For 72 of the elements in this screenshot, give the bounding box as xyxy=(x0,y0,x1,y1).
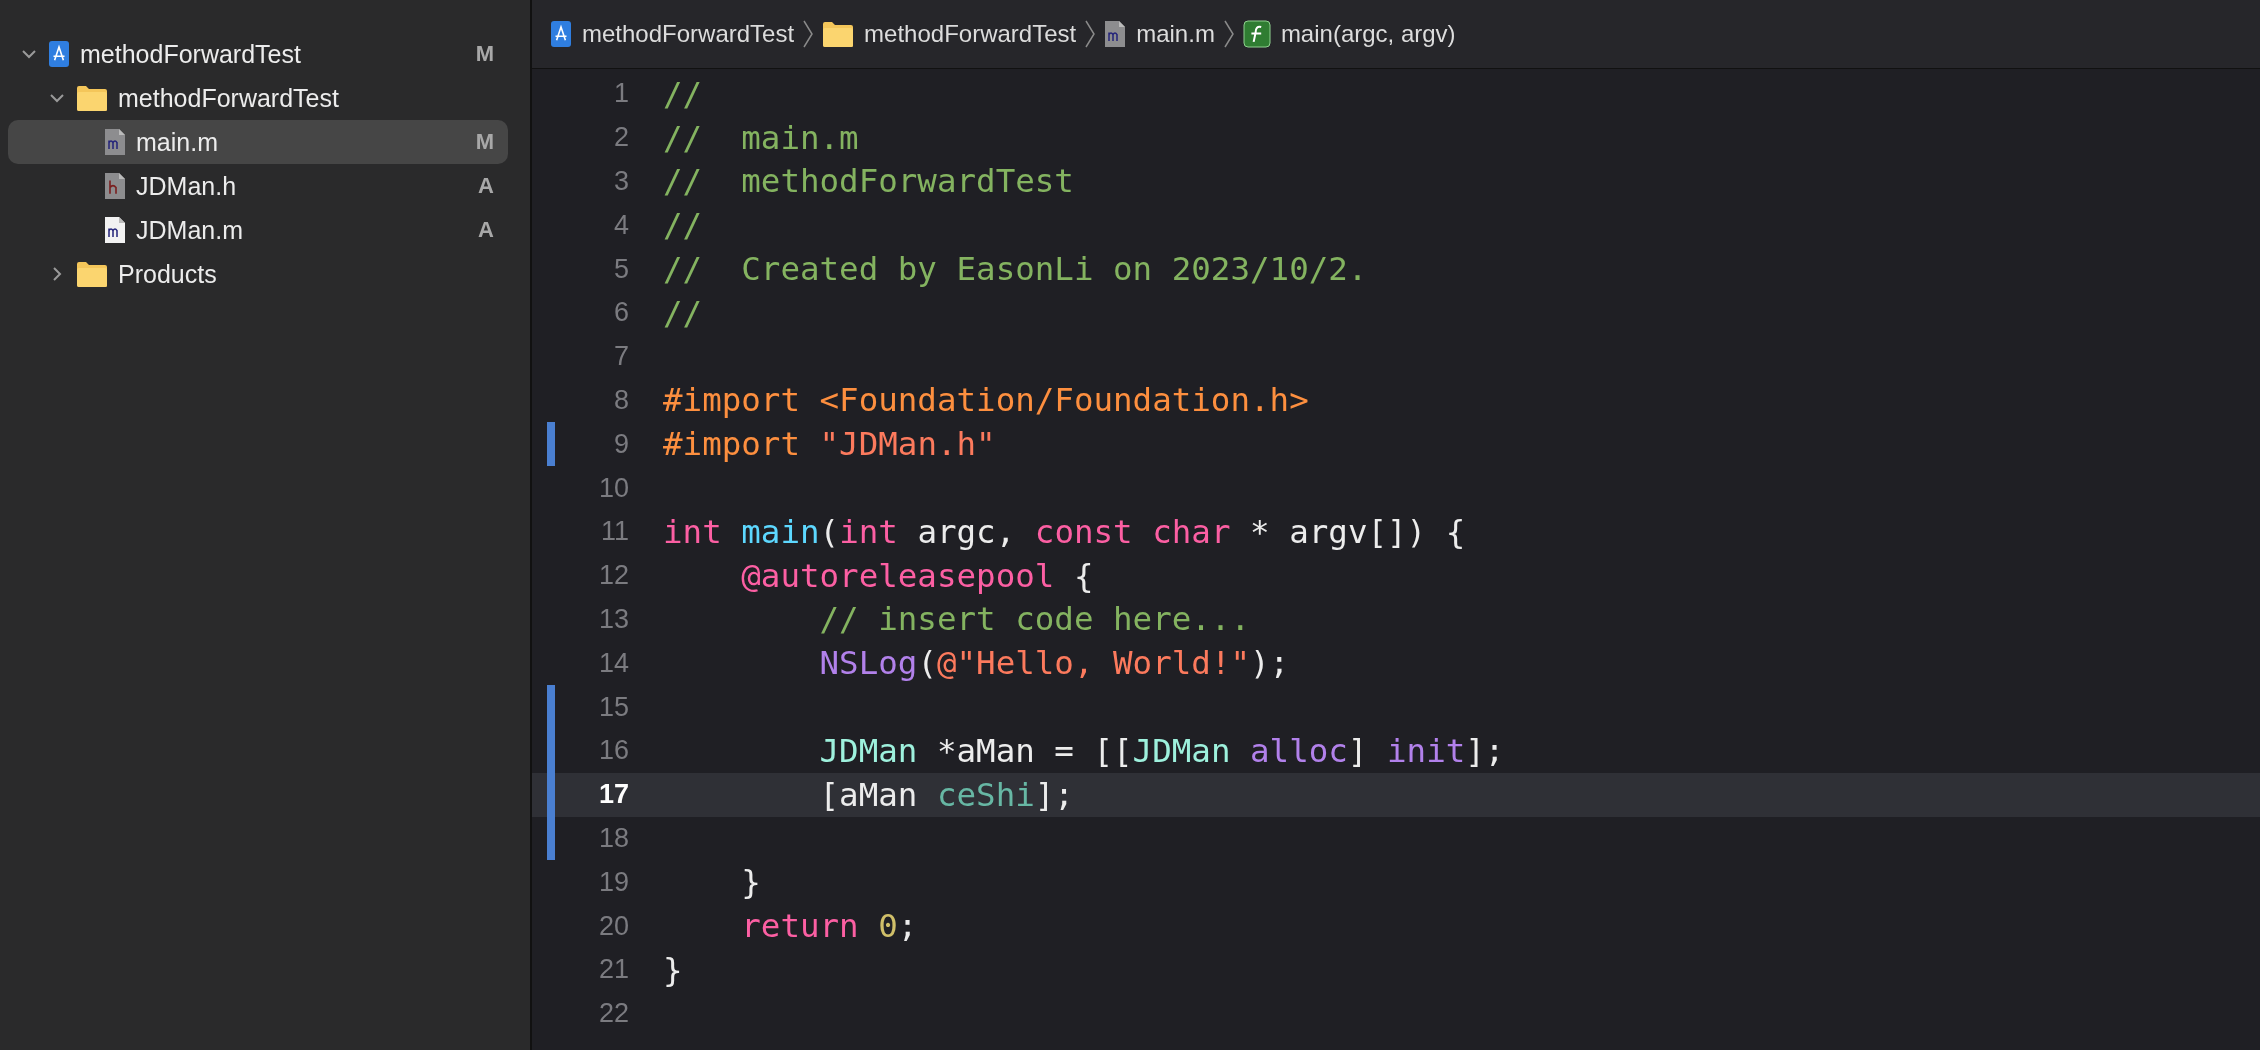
folder-icon xyxy=(76,84,108,112)
file-name: JDMan.m xyxy=(136,215,243,245)
navigator-item[interactable]: JDMan.h A xyxy=(8,164,508,208)
code-line: int main(int argc, const char * argv[]) { xyxy=(663,512,1466,551)
code-line: // Created by EasonLi on 2023/10/2. xyxy=(663,250,1368,289)
line-number: 16 xyxy=(597,735,629,767)
line-number: 5 xyxy=(612,253,629,285)
code-line: // xyxy=(663,206,703,245)
line-number: 8 xyxy=(612,384,629,416)
separator-icon xyxy=(802,19,815,49)
file-name: methodForwardTest xyxy=(118,83,339,113)
code-line: // xyxy=(663,74,703,113)
navigator-item[interactable]: Products xyxy=(8,252,508,296)
file-name: methodForwardTest xyxy=(80,39,301,69)
separator-icon xyxy=(1222,19,1235,49)
line-number: 15 xyxy=(597,691,629,723)
line-number: 11 xyxy=(599,516,629,548)
function-icon xyxy=(1242,20,1271,48)
file-icon xyxy=(1104,20,1127,48)
breadcrumb-item[interactable]: methodForwardTest xyxy=(550,20,795,48)
folder-icon xyxy=(822,20,855,48)
folder-icon xyxy=(76,260,108,288)
line-number: 10 xyxy=(597,472,629,504)
status-letter: A xyxy=(478,217,494,243)
line-number: 19 xyxy=(597,866,629,898)
code-line: } xyxy=(663,950,683,989)
navigator-item[interactable]: methodForwardTest M xyxy=(8,32,508,76)
code-line: NSLog(@"Hello, World!"); xyxy=(818,644,1290,683)
line-number: 2 xyxy=(612,122,629,154)
code-line: // insert code here... xyxy=(818,600,1250,639)
code-line: } xyxy=(740,863,761,902)
line-number: 7 xyxy=(612,341,629,373)
line-number: 17 xyxy=(597,779,629,811)
file-name: JDMan.h xyxy=(136,171,237,201)
code-line: [aMan ceShi]; xyxy=(818,775,1074,814)
line-number: 20 xyxy=(597,910,629,942)
line-number: 12 xyxy=(597,560,629,592)
breadcrumb-item[interactable]: main(argc, argv) xyxy=(1242,20,1456,48)
line-number: 3 xyxy=(612,166,629,197)
file-name: main.m xyxy=(136,127,218,157)
file-icon xyxy=(104,216,126,244)
breadcrumb-item[interactable]: methodForwardTest xyxy=(822,20,1077,48)
separator-icon xyxy=(1084,19,1097,49)
code-line: #import <Foundation/Foundation.h> xyxy=(663,381,1309,420)
line-number: 6 xyxy=(612,297,629,329)
status-letter: M xyxy=(475,41,494,67)
code-line: @autoreleasepool { xyxy=(740,556,1094,595)
line-number: 22 xyxy=(597,998,629,1030)
navigator-item[interactable]: methodForwardTest xyxy=(8,76,508,120)
navigator-item[interactable]: JDMan.m A xyxy=(8,208,508,252)
status-letter: A xyxy=(478,173,494,199)
breadcrumb-item[interactable]: main.m xyxy=(1104,20,1215,48)
project-icon xyxy=(48,40,70,68)
status-letter: M xyxy=(475,129,494,155)
line-number: 18 xyxy=(597,822,629,854)
line-number: 1 xyxy=(612,78,629,110)
code-line: // main.m xyxy=(663,118,859,157)
line-number: 9 xyxy=(612,428,629,460)
file-icon xyxy=(104,172,126,200)
line-number: 13 xyxy=(597,603,629,635)
navigator-item[interactable]: main.m M xyxy=(8,120,508,164)
code-line: JDMan *aMan = [[JDMan alloc] init]; xyxy=(818,731,1505,770)
line-number: 21 xyxy=(597,954,629,986)
code-line: // methodForwardTest xyxy=(663,162,1074,201)
code-line: return 0; xyxy=(740,907,918,946)
line-number: 14 xyxy=(597,647,629,679)
code-line: #import "JDMan.h" xyxy=(663,425,996,464)
line-number: 4 xyxy=(612,209,629,241)
file-name: Products xyxy=(118,259,217,289)
project-icon xyxy=(550,20,572,48)
file-icon xyxy=(104,128,126,156)
code-line: // xyxy=(663,293,703,332)
